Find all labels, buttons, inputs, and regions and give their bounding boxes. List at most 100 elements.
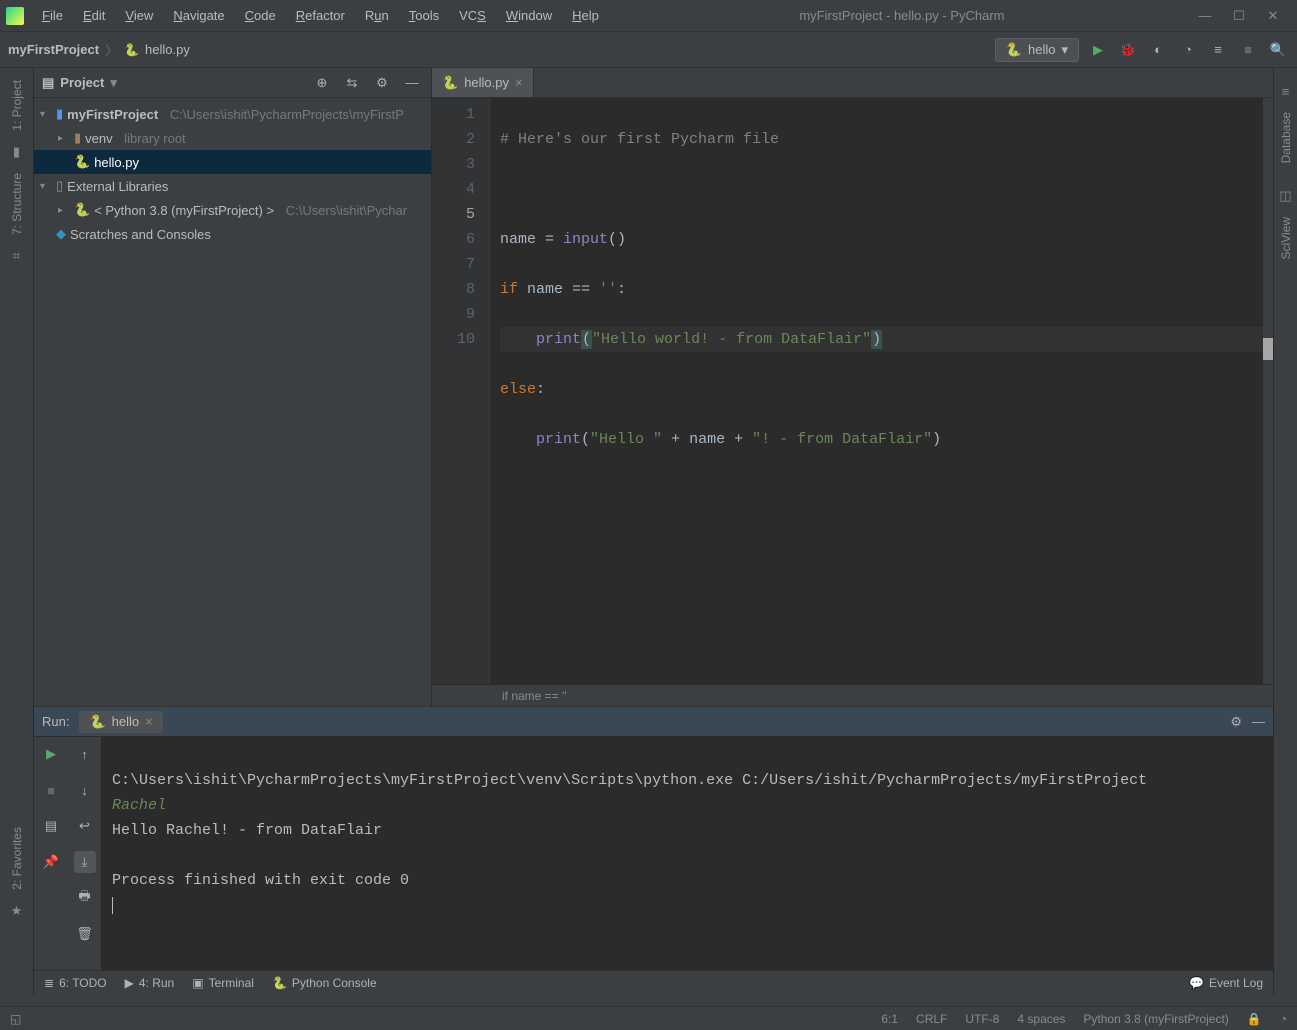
tree-venv[interactable]: ▸ ▮ venv library root xyxy=(34,126,431,150)
tool-sciview-tab[interactable]: SciView xyxy=(1277,209,1295,267)
project-tree[interactable]: ▾ ▮ myFirstProject C:\Users\ishit\Pychar… xyxy=(34,98,431,250)
show-tools-icon[interactable]: ◱ xyxy=(10,1012,21,1026)
status-position[interactable]: 6:1 xyxy=(881,1012,898,1026)
lock-icon[interactable]: 🔒 xyxy=(1247,1012,1262,1026)
tree-python-sdk[interactable]: ▸ 🐍 < Python 3.8 (myFirstProject) > C:\U… xyxy=(34,198,431,222)
run-config-selector[interactable]: 🐍 hello ▾ xyxy=(995,38,1079,62)
menu-code[interactable]: Code xyxy=(237,4,284,27)
tool-run[interactable]: ▶4: Run xyxy=(125,976,175,990)
pin-button[interactable]: 📌 xyxy=(40,851,62,873)
collapse-all-button[interactable]: ⇆ xyxy=(341,72,363,94)
print-button[interactable]: 🖶 xyxy=(74,887,96,909)
code-token: ) xyxy=(932,431,941,448)
status-indent[interactable]: 4 spaces xyxy=(1017,1012,1065,1026)
window-title: myFirstProject - hello.py - PyCharm xyxy=(611,8,1193,23)
stop-button[interactable]: ■ xyxy=(40,779,62,801)
soft-wrap-button[interactable]: ↩ xyxy=(74,815,96,837)
up-icon[interactable]: ↑ xyxy=(74,743,96,765)
project-panel-title[interactable]: Project xyxy=(60,75,104,90)
coverage-button[interactable]: ◐ xyxy=(1147,39,1169,61)
line-number: 2 xyxy=(432,127,475,152)
close-tab-icon[interactable]: × xyxy=(515,75,523,90)
editor-breadcrumb[interactable]: if name == '' xyxy=(432,684,1273,706)
minimize-icon[interactable]: — xyxy=(1197,8,1213,24)
tree-venv-name: venv xyxy=(85,131,112,146)
code-token: : xyxy=(536,381,545,398)
close-icon[interactable]: ✕ xyxy=(1265,8,1281,24)
settings-icon[interactable]: ⚙ xyxy=(1230,714,1242,730)
run-panel-title: Run: xyxy=(42,714,69,729)
code-token: () xyxy=(608,231,626,248)
menu-tools[interactable]: Tools xyxy=(401,4,447,27)
chevron-down-icon[interactable]: ▾ xyxy=(40,181,52,192)
status-encoding[interactable]: UTF-8 xyxy=(965,1012,999,1026)
search-everywhere-button[interactable]: 🔍 xyxy=(1267,39,1289,61)
menu-refactor[interactable]: Refactor xyxy=(288,4,353,27)
status-interpreter[interactable]: Python 3.8 (myFirstProject) xyxy=(1083,1012,1228,1026)
hide-panel-button[interactable]: — xyxy=(1252,714,1265,730)
tool-favorites-tab[interactable]: 2: Favorites xyxy=(8,819,26,898)
stop-button[interactable]: ■ xyxy=(1237,39,1259,61)
breadcrumb-project[interactable]: myFirstProject xyxy=(8,42,99,57)
menu-run[interactable]: Run xyxy=(357,4,397,27)
editor-tab-hello[interactable]: 🐍 hello.py × xyxy=(432,68,534,97)
tool-project-tab[interactable]: 1: Project xyxy=(8,72,26,139)
maximize-icon[interactable]: ☐ xyxy=(1231,8,1247,24)
terminal-icon: ▣ xyxy=(192,976,203,990)
run-button[interactable]: ▶ xyxy=(1087,39,1109,61)
run-tab[interactable]: 🐍 hello × xyxy=(79,711,162,733)
menu-navigate[interactable]: Navigate xyxy=(165,4,232,27)
menu-file[interactable]: File xyxy=(34,4,71,27)
tree-file-hello[interactable]: 🐍 hello.py xyxy=(34,150,431,174)
tree-file-name: hello.py xyxy=(94,155,139,170)
python-icon: 🐍 xyxy=(272,976,287,990)
console-cmd: C:\Users\ishit\PycharmProjects\myFirstPr… xyxy=(112,772,1147,789)
close-tab-icon[interactable]: × xyxy=(145,714,153,729)
tool-structure-tab[interactable]: 7: Structure xyxy=(8,165,26,243)
chevron-right-icon[interactable]: ▸ xyxy=(58,133,70,144)
console-output[interactable]: C:\Users\ishit\PycharmProjects\myFirstPr… xyxy=(102,737,1273,970)
rerun-button[interactable]: ▶ xyxy=(40,743,62,765)
menu-help[interactable]: Help xyxy=(564,4,607,27)
tool-todo[interactable]: ≣6: TODO xyxy=(44,976,107,990)
chevron-down-icon[interactable]: ▾ xyxy=(40,109,52,120)
attach-button[interactable]: ≡ xyxy=(1207,39,1229,61)
tree-external-libs[interactable]: ▾ ▯ External Libraries xyxy=(34,174,431,198)
play-icon: ▶ xyxy=(125,976,134,990)
down-icon[interactable]: ↓ xyxy=(74,779,96,801)
layout-button[interactable]: ▤ xyxy=(40,815,62,837)
bottom-tool-bar: ≣6: TODO ▶4: Run ▣Terminal 🐍Python Conso… xyxy=(34,970,1273,994)
inspector-icon[interactable]: ◔ xyxy=(1280,1012,1287,1026)
tree-root[interactable]: ▾ ▮ myFirstProject C:\Users\ishit\Pychar… xyxy=(34,102,431,126)
debug-button[interactable]: 🐞 xyxy=(1117,39,1139,61)
tree-scratches[interactable]: ◆ Scratches and Consoles xyxy=(34,222,431,246)
status-line-ending[interactable]: CRLF xyxy=(916,1012,947,1026)
line-number: 3 xyxy=(432,152,475,177)
menu-edit[interactable]: Edit xyxy=(75,4,113,27)
database-icon: ≡ xyxy=(1277,82,1295,100)
breadcrumb[interactable]: myFirstProject 〉 🐍 hello.py xyxy=(8,40,190,59)
line-number: 1 xyxy=(432,102,475,127)
menu-view[interactable]: View xyxy=(117,4,161,27)
chevron-down-icon[interactable]: ▾ xyxy=(110,75,117,91)
tool-event-log[interactable]: 💬Event Log xyxy=(1189,976,1263,990)
menu-window[interactable]: Window xyxy=(498,4,560,27)
tool-python-console[interactable]: 🐍Python Console xyxy=(272,976,377,990)
line-number: 7 xyxy=(432,252,475,277)
hide-panel-button[interactable]: — xyxy=(401,72,423,94)
tree-extlib-name: External Libraries xyxy=(67,179,168,194)
settings-icon[interactable]: ⚙ xyxy=(371,72,393,94)
todo-icon: ≣ xyxy=(44,976,54,990)
editor-scrollbar[interactable] xyxy=(1263,98,1273,684)
menu-vcs[interactable]: VCS xyxy=(451,4,494,27)
breadcrumb-file[interactable]: hello.py xyxy=(145,42,190,57)
chevron-right-icon[interactable]: ▸ xyxy=(58,205,70,216)
tool-terminal[interactable]: ▣Terminal xyxy=(192,976,254,990)
locate-button[interactable]: ⊕ xyxy=(311,72,333,94)
scroll-to-end-button[interactable]: ⤓ xyxy=(74,851,96,873)
editor-body[interactable]: 1 2 3 4 5 6 7 8 9 10 # Here's our first … xyxy=(432,98,1273,684)
trash-icon[interactable]: 🗑 xyxy=(74,923,96,945)
profile-button[interactable]: ◔ xyxy=(1177,39,1199,61)
code-area[interactable]: # Here's our first Pycharm file name = i… xyxy=(490,98,1273,684)
tool-database-tab[interactable]: Database xyxy=(1277,104,1295,171)
